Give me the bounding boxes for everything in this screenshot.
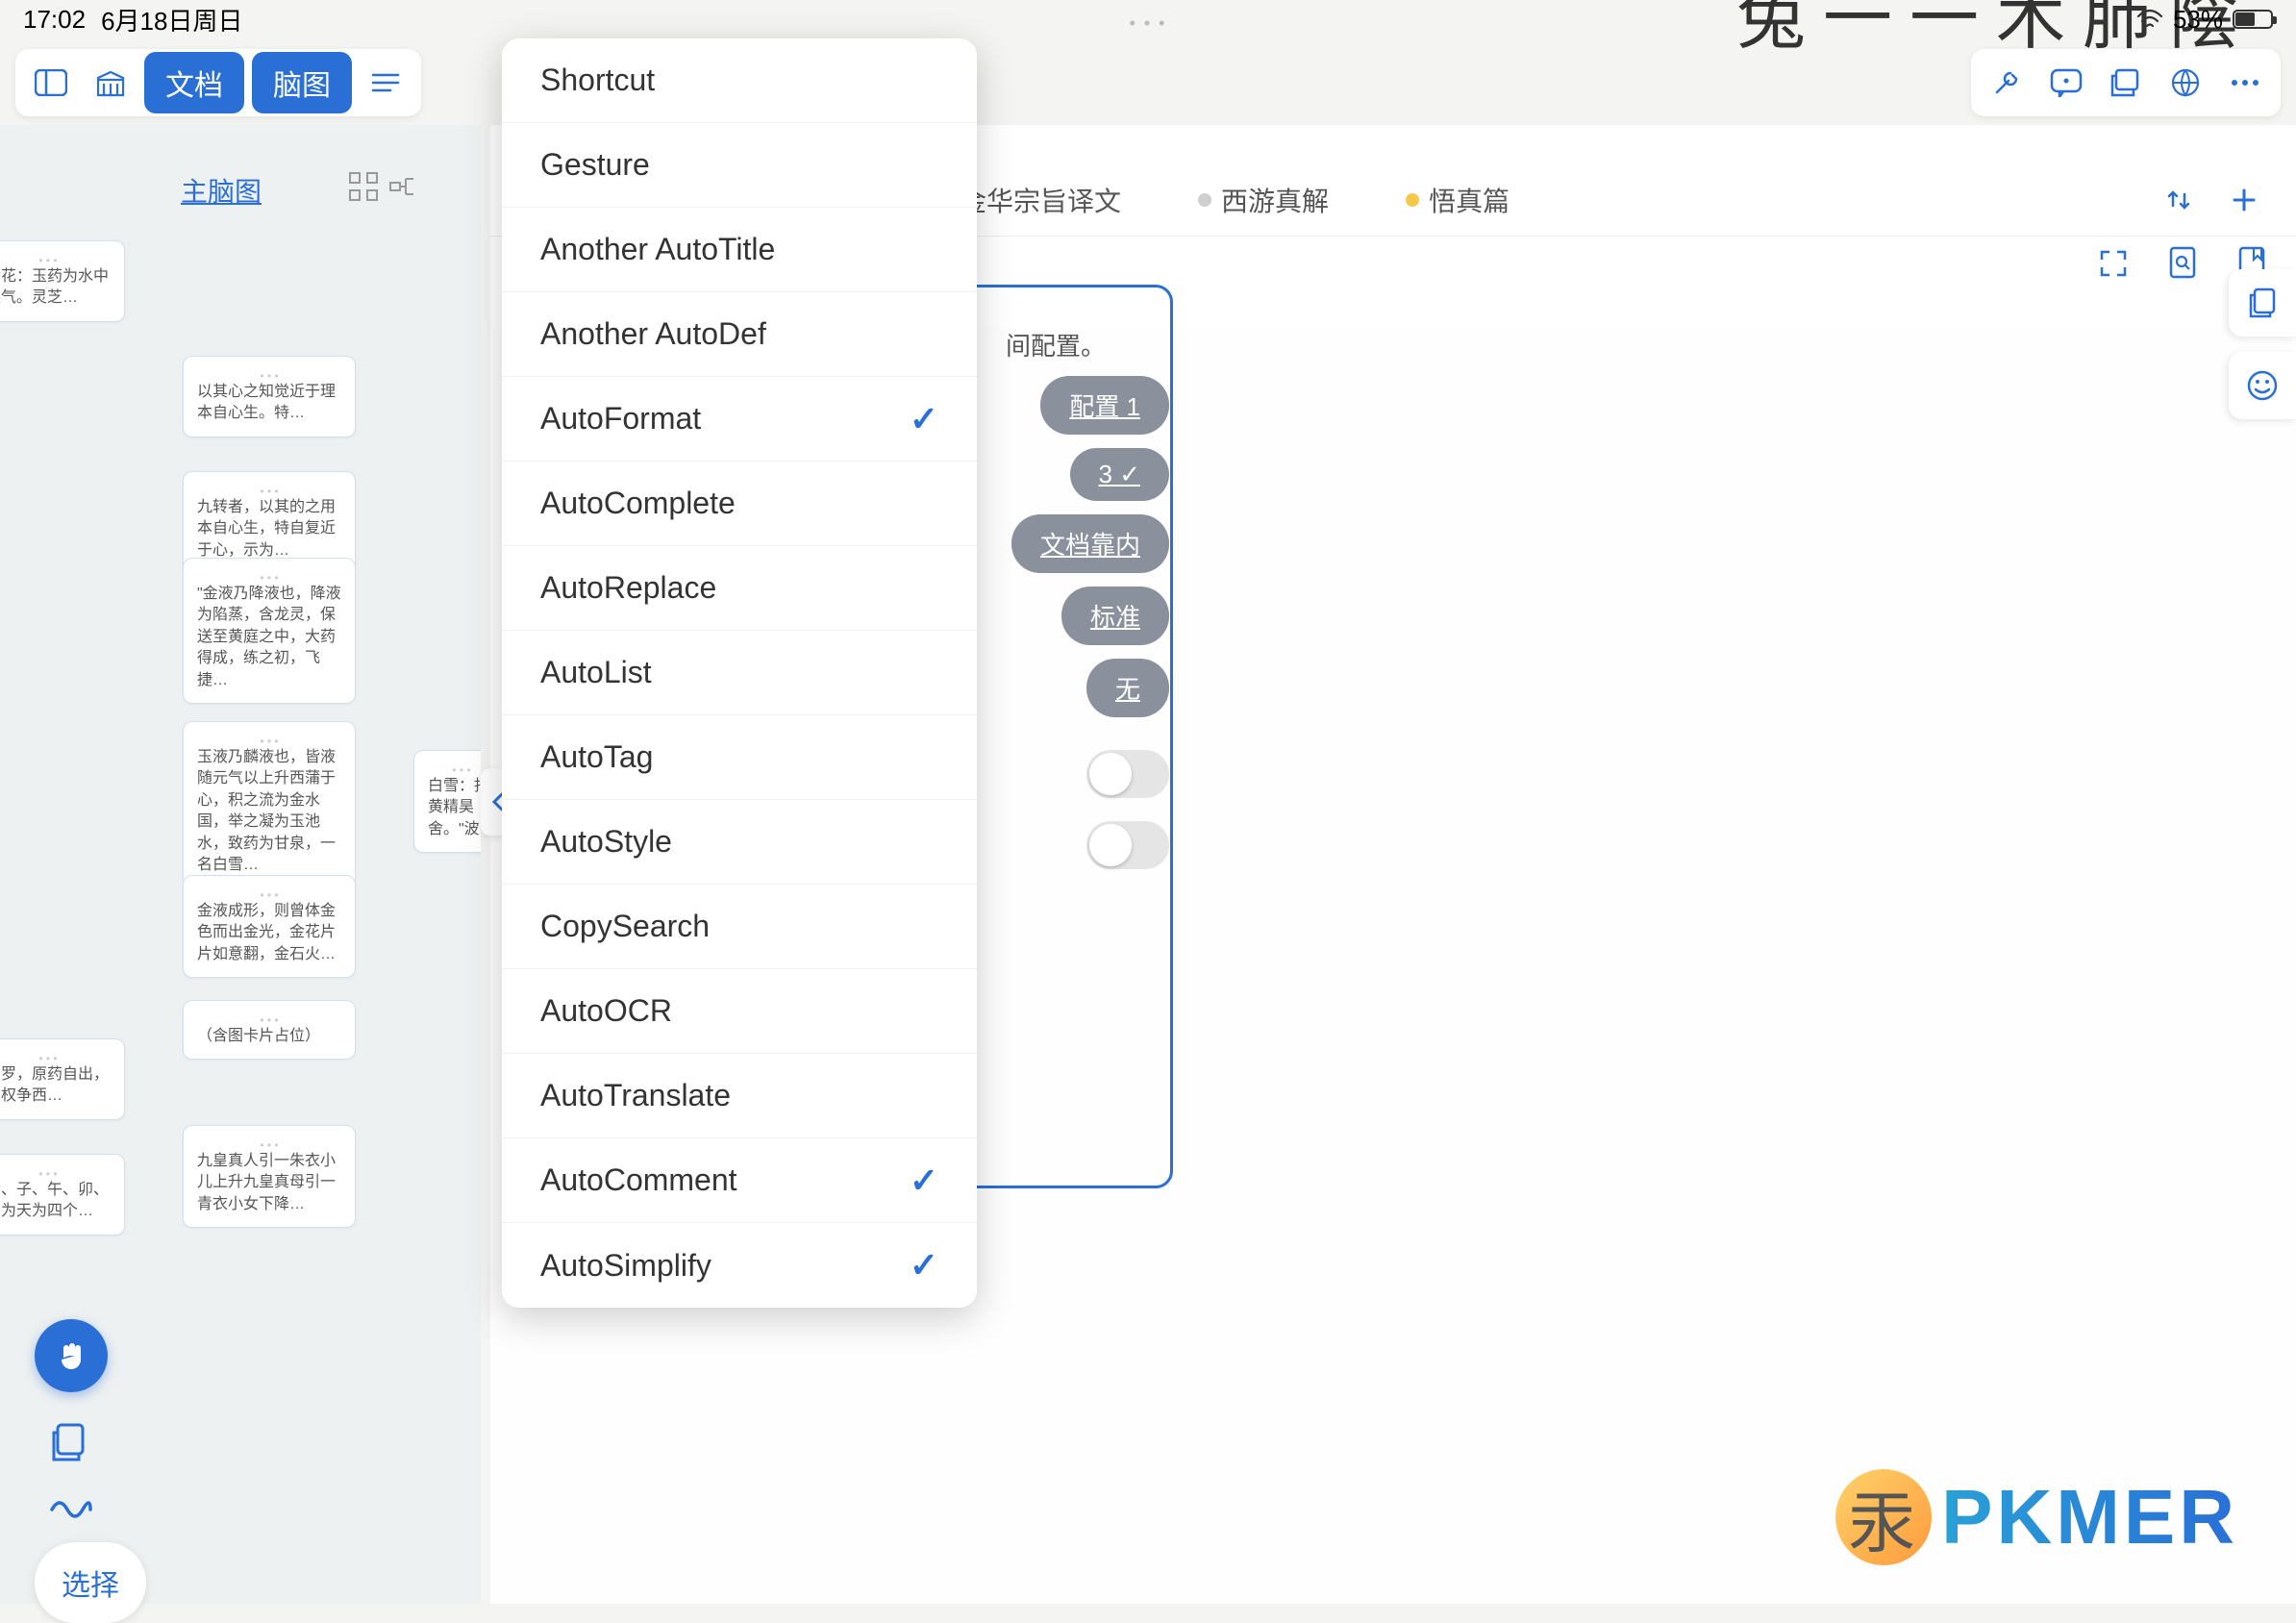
- mindmap-layout-icon[interactable]: [348, 171, 379, 202]
- fullscreen-icon[interactable]: [2098, 248, 2129, 279]
- mindmap-panel: 主脑图 • • •金花：玉药为水中之气。灵芝… • • •以其心之知觉近于理本自心…: [0, 125, 481, 1604]
- watermark-text: PKMER: [1941, 1473, 2238, 1561]
- wrench-icon[interactable]: [1981, 57, 2033, 109]
- mindmap-card[interactable]: • • •金花：玉药为水中之气。灵芝…: [0, 240, 125, 322]
- mindmap-card[interactable]: • • •玉液乃麟液也，皆液随元气以上升西蒲于心，积之流为金水国，举之凝为玉池水…: [183, 721, 356, 888]
- status-bar: 17:02 6月18日周日 • • • 53%: [0, 0, 2296, 38]
- battery-percent: 53%: [2173, 5, 2223, 35]
- select-button[interactable]: 选择: [35, 1542, 146, 1623]
- mindmap-card[interactable]: • • •"金液乃降液也，降液为陷蒸，含龙灵，保送至黄庭之中，大药得成，练之初，…: [183, 558, 356, 704]
- mindmap-branch-icon[interactable]: [388, 171, 419, 202]
- status-time: 17:02: [23, 5, 86, 35]
- doc-mode-button[interactable]: 文档: [144, 52, 244, 113]
- globe-icon[interactable]: [2159, 57, 2211, 109]
- more-icon[interactable]: [2219, 57, 2271, 109]
- pkmer-watermark: 汞 PKMER: [1835, 1469, 2238, 1565]
- mindmap-card[interactable]: • • •金液成形，则曾体金色而出金光，金花片片如意翻，金石火…: [183, 875, 356, 978]
- settings-note: 间配置。: [996, 327, 1106, 362]
- tab-sort-icon[interactable]: [2165, 187, 2192, 213]
- settings-chip[interactable]: 标准: [1061, 587, 1169, 645]
- plugin-dropdown-menu: ShortcutGestureAnother AutoTitleAnother …: [502, 38, 977, 1308]
- dropdown-item-shortcut[interactable]: Shortcut: [502, 38, 977, 123]
- dropdown-item-autocomplete[interactable]: AutoComplete: [502, 462, 977, 546]
- chat-icon[interactable]: [2040, 57, 2092, 109]
- mindmap-card[interactable]: • • •九皇真人引一朱衣小儿上升九皇真母引一青衣小女下降…: [183, 1125, 356, 1228]
- mindmap-card[interactable]: • • •罗罗，原药自出，自权争西…: [0, 1038, 125, 1120]
- scribble-tool-icon[interactable]: [48, 1492, 94, 1527]
- wifi-icon: [2136, 9, 2163, 30]
- mindmap-card[interactable]: • • •（含图卡片占位）: [183, 1000, 356, 1060]
- top-toolbar: 文档 脑图: [8, 46, 2288, 119]
- dropdown-item-autocomment[interactable]: AutoComment✓: [502, 1138, 977, 1223]
- hand-tool-button[interactable]: [35, 1319, 108, 1392]
- copy-tool-icon[interactable]: [50, 1421, 92, 1463]
- mindmap-card[interactable]: • • •以其心之知觉近于理本自心生。特…: [183, 356, 356, 437]
- document-tab[interactable]: 西游真解: [1160, 163, 1367, 237]
- settings-chip[interactable]: 配置 1: [1040, 376, 1169, 435]
- document-tab[interactable]: 悟真篇: [1367, 163, 1548, 237]
- mindmap-card[interactable]: • • •七、子、午、卯、酉为天为四个…: [0, 1154, 125, 1236]
- dropdown-item-autotag[interactable]: AutoTag: [502, 715, 977, 800]
- settings-chip[interactable]: 文档靠内: [1011, 514, 1169, 573]
- search-doc-icon[interactable]: [2167, 246, 2198, 281]
- sidebar-toggle-icon[interactable]: [25, 57, 77, 109]
- side-tab-copy-icon[interactable]: [2229, 269, 2296, 337]
- settings-popover: 间配置。 配置 1 3 ✓ 文档靠内标准无: [996, 298, 1169, 869]
- cards-icon[interactable]: [2100, 57, 2152, 109]
- list-icon[interactable]: [360, 57, 412, 109]
- add-tab-icon[interactable]: [2231, 187, 2258, 213]
- dropdown-item-another-autotitle[interactable]: Another AutoTitle: [502, 208, 977, 292]
- mindmap-card[interactable]: • • •白雪：指黄精昊舍。"波…: [413, 750, 481, 853]
- library-icon[interactable]: [85, 57, 137, 109]
- settings-chip[interactable]: 3 ✓: [1070, 448, 1169, 501]
- dropdown-item-autoocr[interactable]: AutoOCR: [502, 969, 977, 1054]
- dropdown-item-autostyle[interactable]: AutoStyle: [502, 800, 977, 885]
- dropdown-item-autosimplify[interactable]: AutoSimplify✓: [502, 1223, 977, 1308]
- mindmap-mode-button[interactable]: 脑图: [252, 52, 352, 113]
- dropdown-item-another-autodef[interactable]: Another AutoDef: [502, 292, 977, 377]
- dropdown-item-autotranslate[interactable]: AutoTranslate: [502, 1054, 977, 1138]
- dropdown-item-gesture[interactable]: Gesture: [502, 123, 977, 208]
- mindmap-title[interactable]: 主脑图: [181, 171, 262, 210]
- dropdown-item-autoformat[interactable]: AutoFormat✓: [502, 377, 977, 462]
- settings-toggle-2[interactable]: [1086, 821, 1169, 869]
- dropdown-item-autolist[interactable]: AutoList: [502, 631, 977, 715]
- dropdown-item-copysearch[interactable]: CopySearch: [502, 885, 977, 969]
- settings-toggle-1[interactable]: [1086, 750, 1169, 798]
- watermark-glyph: 汞: [1835, 1469, 1932, 1565]
- side-tab-emoji-icon[interactable]: [2229, 352, 2296, 419]
- status-date: 6月18日周日: [101, 2, 242, 37]
- multitask-handle[interactable]: • • •: [1130, 13, 1167, 34]
- battery-icon: [2233, 10, 2273, 29]
- dropdown-item-autoreplace[interactable]: AutoReplace: [502, 546, 977, 631]
- settings-chip[interactable]: 无: [1086, 659, 1169, 717]
